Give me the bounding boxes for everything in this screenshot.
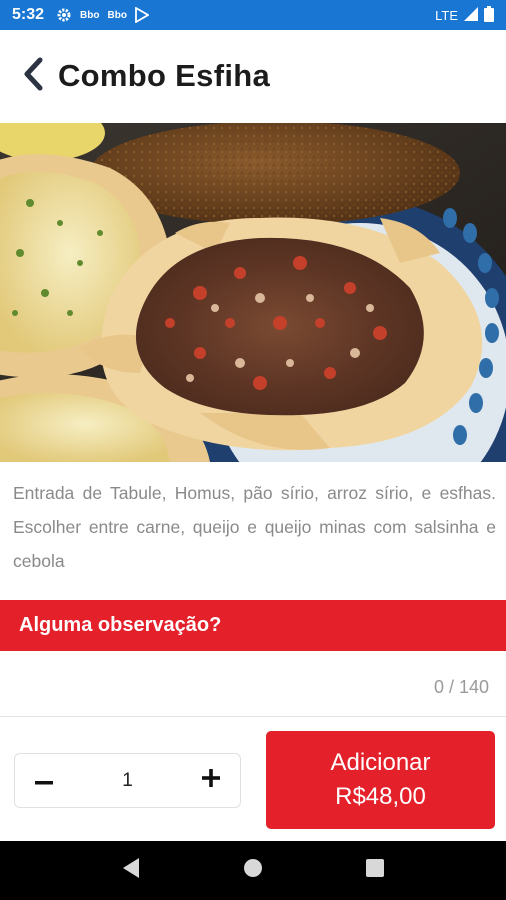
app-badge-icon: Bbo	[107, 9, 127, 21]
add-button-label: Adicionar	[330, 749, 431, 776]
observation-input[interactable]	[14, 659, 484, 679]
home-icon	[243, 858, 263, 883]
increment-button[interactable]	[198, 768, 224, 794]
back-icon	[121, 857, 141, 884]
observation-field-container: 0 / 140	[0, 651, 506, 717]
gear-icon	[56, 7, 72, 23]
status-right: LTE	[435, 5, 494, 25]
minus-icon	[35, 772, 53, 790]
status-time: 5:32	[12, 6, 45, 23]
bottom-actions: 1 Adicionar R$48,00	[0, 718, 506, 841]
system-nav-bar	[0, 841, 506, 900]
chevron-left-icon	[22, 57, 44, 96]
play-store-icon	[135, 7, 149, 23]
quantity-stepper: 1	[14, 753, 241, 808]
add-to-cart-button[interactable]: Adicionar R$48,00	[266, 731, 495, 829]
back-button[interactable]	[18, 56, 48, 96]
quantity-value: 1	[122, 769, 133, 791]
observation-header: Alguma observação?	[0, 600, 506, 651]
network-label: LTE	[435, 7, 458, 23]
plus-icon	[201, 769, 220, 792]
battery-icon	[484, 5, 494, 25]
nav-home-button[interactable]	[233, 851, 273, 891]
product-image	[0, 123, 506, 462]
nav-recents-button[interactable]	[355, 851, 395, 891]
page-title: Combo Esfiha	[58, 58, 271, 93]
nav-back-button[interactable]	[111, 851, 151, 891]
observation-label: Alguma observação?	[19, 614, 222, 636]
app-badge-icon: Bbo	[80, 9, 100, 21]
character-counter: 0 / 140	[433, 677, 489, 697]
recents-icon	[366, 859, 384, 882]
add-button-price: R$48,00	[335, 783, 426, 810]
app-header: Combo Esfiha	[0, 30, 506, 122]
status-bar: 5:32 Bbo Bbo LTE	[0, 0, 506, 30]
decrement-button[interactable]	[31, 768, 57, 794]
signal-icon	[464, 6, 478, 24]
product-description: Entrada de Tabule, Homus, pão sírio, arr…	[13, 483, 496, 571]
